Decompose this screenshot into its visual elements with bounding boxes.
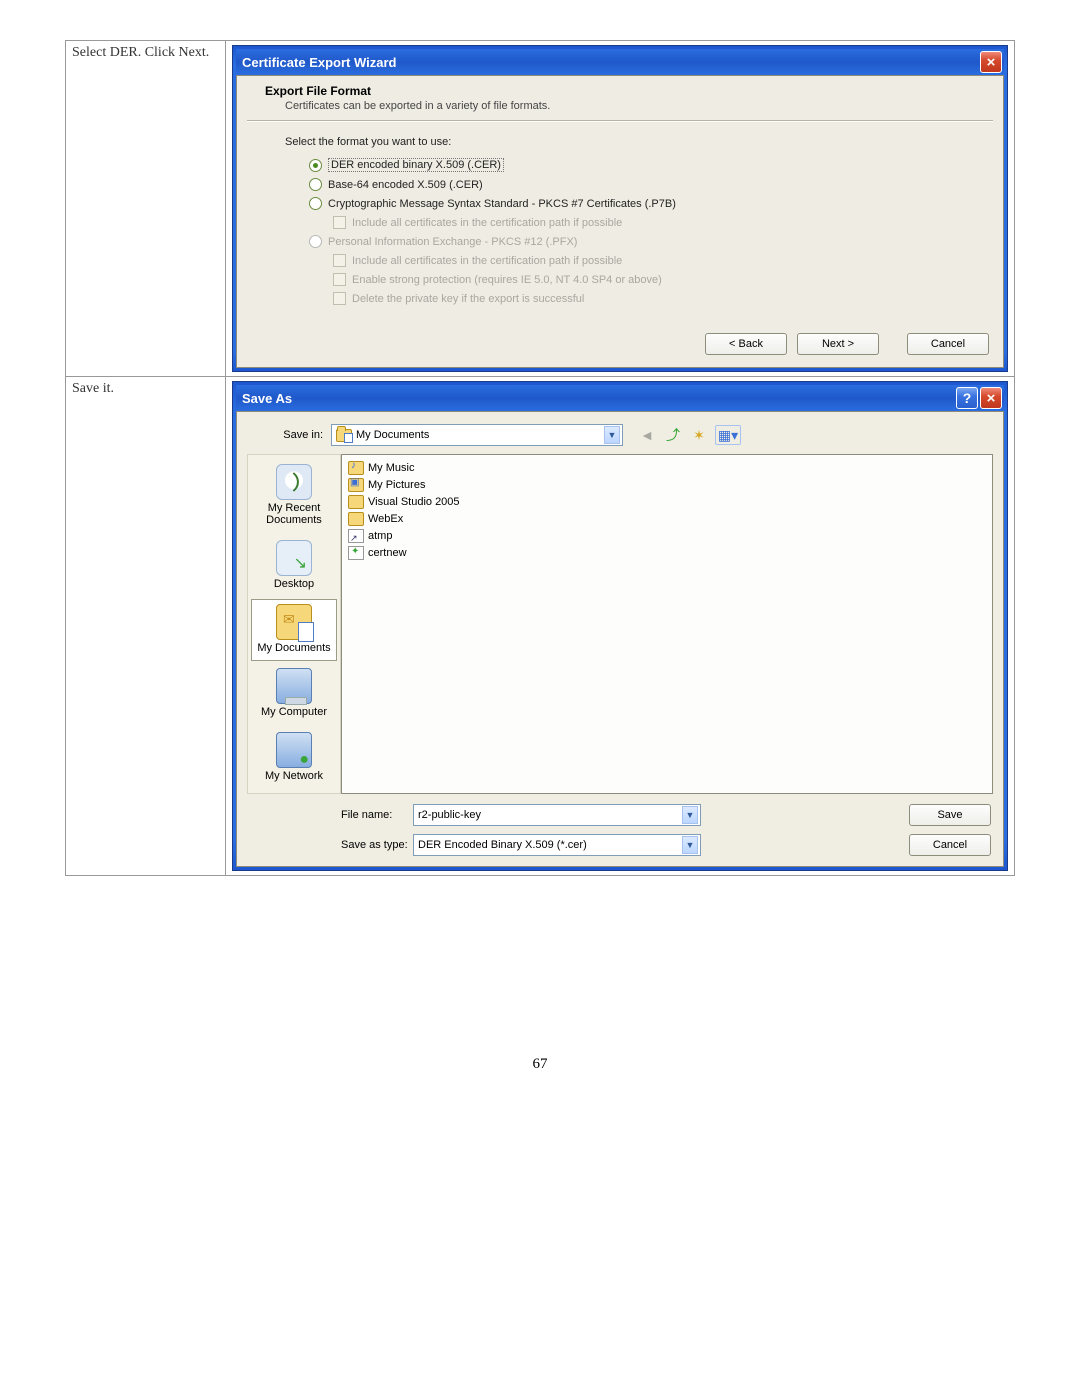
- check-pfx-strong-label: Enable strong protection (requires IE 5.…: [352, 274, 662, 286]
- place-mydocs-label: My Documents: [257, 642, 330, 654]
- save-as-type-value: DER Encoded Binary X.509 (*.cer): [418, 839, 587, 851]
- file-item[interactable]: My Music: [348, 459, 986, 476]
- cancel-button[interactable]: Cancel: [907, 333, 989, 355]
- file-item[interactable]: atmp: [348, 527, 986, 544]
- places-bar: My Recent Documents Desktop My Documents: [247, 454, 341, 794]
- file-item[interactable]: WebEx: [348, 510, 986, 527]
- file-item[interactable]: My Pictures: [348, 476, 986, 493]
- up-folder-icon[interactable]: ⤴: [663, 425, 683, 445]
- radio-p7b[interactable]: [309, 197, 322, 210]
- file-name: Visual Studio 2005: [368, 496, 460, 508]
- folder-icon: [348, 512, 364, 526]
- format-prompt: Select the format you want to use:: [285, 136, 977, 148]
- my-documents-icon: [336, 429, 352, 442]
- my-computer-icon: [276, 668, 312, 704]
- radio-der-label[interactable]: DER encoded binary X.509 (.CER): [328, 158, 504, 172]
- file-name-combo[interactable]: r2-public-key ▼: [413, 804, 701, 826]
- step-description-2: Save it.: [66, 377, 226, 876]
- file-item[interactable]: certnew: [348, 544, 986, 561]
- file-item[interactable]: Visual Studio 2005: [348, 493, 986, 510]
- save-in-value: My Documents: [356, 429, 429, 441]
- back-button[interactable]: < Back: [705, 333, 787, 355]
- file-name-value: r2-public-key: [418, 809, 481, 821]
- check-pfx-include: [333, 254, 346, 267]
- folder-icon: [348, 495, 364, 509]
- shortcut-icon: [348, 529, 364, 543]
- music-folder-icon: [348, 461, 364, 475]
- help-icon[interactable]: ?: [956, 387, 978, 409]
- step-description-1: Select DER. Click Next.: [66, 41, 226, 377]
- place-computer-label: My Computer: [261, 706, 327, 718]
- file-name: certnew: [368, 547, 407, 559]
- check-p7b-include-label: Include all certificates in the certific…: [352, 217, 622, 229]
- cancel-button[interactable]: Cancel: [909, 834, 991, 856]
- check-p7b-include: [333, 216, 346, 229]
- titlebar[interactable]: Save As ? ×: [236, 385, 1004, 411]
- wizard-header-title: Export File Format: [265, 84, 981, 98]
- next-button[interactable]: Next >: [797, 333, 879, 355]
- place-recent[interactable]: My Recent Documents: [251, 459, 337, 533]
- save-as-window: Save As ? × Save in: My Documents ▼ ◄: [232, 381, 1008, 871]
- file-name: WebEx: [368, 513, 403, 525]
- place-my-documents[interactable]: My Documents: [251, 599, 337, 661]
- check-pfx-include-label: Include all certificates in the certific…: [352, 255, 622, 267]
- place-desktop-label: Desktop: [274, 578, 314, 590]
- radio-base64[interactable]: [309, 178, 322, 191]
- titlebar[interactable]: Certificate Export Wizard ×: [236, 49, 1004, 75]
- file-name-label: File name:: [341, 809, 413, 821]
- save-in-label: Save in:: [271, 429, 323, 441]
- file-name: My Pictures: [368, 479, 425, 491]
- new-folder-icon[interactable]: ✶: [689, 425, 709, 445]
- place-my-computer[interactable]: My Computer: [251, 663, 337, 725]
- place-desktop[interactable]: Desktop: [251, 535, 337, 597]
- step2-text: Save it.: [72, 381, 114, 396]
- place-network-label: My Network: [265, 770, 323, 782]
- save-as-type-label: Save as type:: [341, 839, 413, 851]
- step1-text: Select DER. Click Next.: [72, 45, 209, 60]
- file-name: atmp: [368, 530, 392, 542]
- recent-docs-icon: [276, 464, 312, 500]
- check-pfx-delete-label: Delete the private key if the export is …: [352, 293, 584, 305]
- my-documents-icon: [276, 604, 312, 640]
- my-network-icon: [276, 732, 312, 768]
- cert-export-window: Certificate Export Wizard × Export File …: [232, 45, 1008, 372]
- check-pfx-delete: [333, 292, 346, 305]
- save-in-combo[interactable]: My Documents ▼: [331, 424, 623, 446]
- wizard-header-sub: Certificates can be exported in a variet…: [285, 100, 981, 112]
- doc-table: Select DER. Click Next. Certificate Expo…: [65, 40, 1015, 876]
- place-recent-label: My Recent Documents: [266, 502, 322, 526]
- close-icon[interactable]: ×: [980, 51, 1002, 73]
- radio-pfx: [309, 235, 322, 248]
- place-my-network[interactable]: My Network: [251, 727, 337, 789]
- page-number: 67: [65, 1056, 1015, 1073]
- pictures-folder-icon: [348, 478, 364, 492]
- certificate-icon: [348, 546, 364, 560]
- radio-p7b-label[interactable]: Cryptographic Message Syntax Standard - …: [328, 198, 676, 210]
- chevron-down-icon[interactable]: ▼: [682, 836, 698, 854]
- check-pfx-strong: [333, 273, 346, 286]
- file-list-pane[interactable]: My Music My Pictures Visual Studio 2005 …: [341, 454, 993, 794]
- radio-base64-label[interactable]: Base-64 encoded X.509 (.CER): [328, 179, 483, 191]
- chevron-down-icon[interactable]: ▼: [604, 426, 620, 444]
- view-menu-icon[interactable]: ▦▾: [715, 425, 741, 445]
- close-icon[interactable]: ×: [980, 387, 1002, 409]
- radio-pfx-label: Personal Information Exchange - PKCS #12…: [328, 236, 577, 248]
- file-name: My Music: [368, 462, 414, 474]
- save-button[interactable]: Save: [909, 804, 991, 826]
- chevron-down-icon[interactable]: ▼: [682, 806, 698, 824]
- window-title: Save As: [242, 391, 956, 406]
- window-title: Certificate Export Wizard: [242, 55, 980, 70]
- save-as-type-combo[interactable]: DER Encoded Binary X.509 (*.cer) ▼: [413, 834, 701, 856]
- radio-der[interactable]: [309, 159, 322, 172]
- back-icon: ◄: [637, 425, 657, 445]
- desktop-icon: [276, 540, 312, 576]
